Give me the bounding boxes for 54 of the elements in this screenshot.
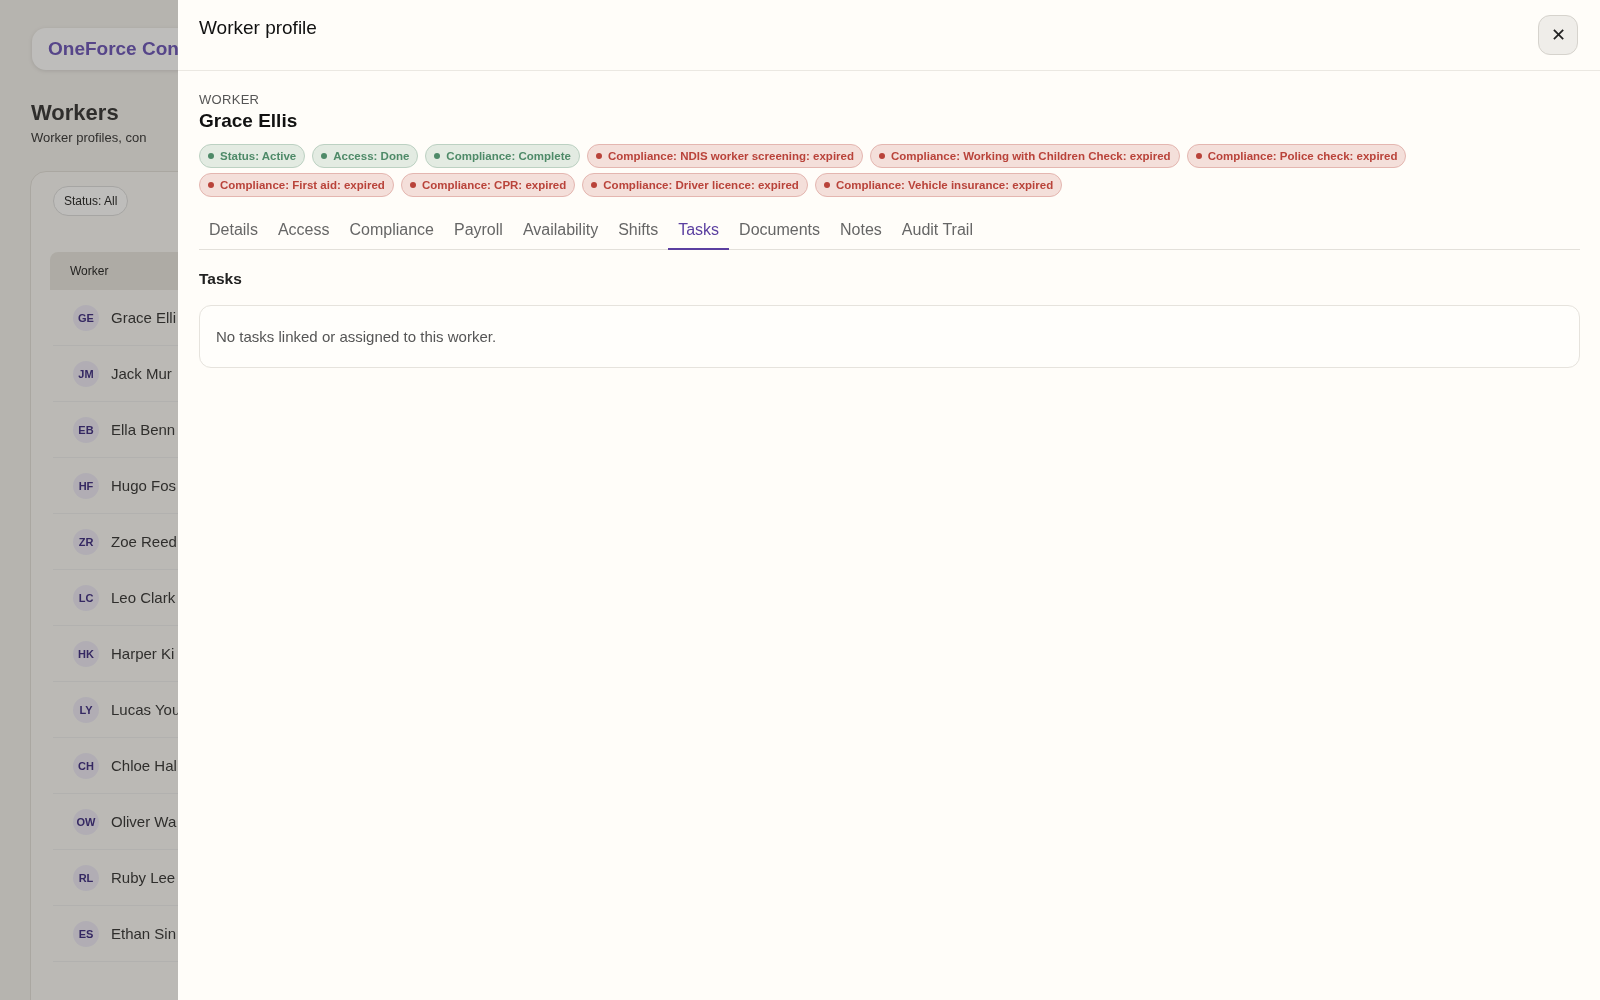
status-chip: Compliance: Police check: expired: [1186, 144, 1407, 168]
tab[interactable]: Details: [199, 215, 268, 250]
brand-logo[interactable]: OneForce Con: [32, 28, 178, 70]
avatar-initials: LC: [73, 584, 99, 611]
worker-name[interactable]: Zoe Reed: [111, 533, 177, 550]
tab[interactable]: Documents: [729, 215, 830, 250]
tab[interactable]: Availability: [512, 215, 609, 250]
column-header: Worker: [50, 252, 178, 290]
status-filter[interactable]: Status: All: [53, 186, 129, 216]
worker-name[interactable]: Ella Benn: [111, 421, 176, 438]
status-chip: Status: Active: [199, 144, 306, 168]
panel-title: Worker profile: [199, 17, 317, 39]
worker-name[interactable]: Chloe Hal: [111, 757, 177, 774]
worker-name[interactable]: Grace Elli: [111, 309, 177, 326]
avatar-initials: RL: [73, 864, 99, 891]
section-title: Tasks: [199, 270, 243, 288]
avatar-initials: CH: [73, 752, 99, 779]
avatar-initials: LY: [73, 696, 99, 723]
page-title: Workers: [31, 100, 120, 126]
worker-name: Grace Ellis: [199, 110, 299, 132]
tab[interactable]: Audit Trail: [891, 215, 983, 250]
tab[interactable]: Tasks: [668, 215, 730, 250]
avatar-initials: GE: [73, 304, 99, 331]
status-chip: Compliance: CPR: expired: [400, 173, 576, 197]
tab[interactable]: Notes: [830, 215, 892, 250]
status-chip: Compliance: Driver licence: expired: [582, 173, 808, 197]
worker-name[interactable]: Hugo Fos: [111, 477, 177, 494]
status-chip: Access: Done: [312, 144, 419, 168]
close-button[interactable]: ✕: [1538, 15, 1578, 55]
tab[interactable]: Compliance: [339, 215, 444, 250]
tab[interactable]: Payroll: [443, 215, 513, 250]
worker-name[interactable]: Ruby Lee: [111, 869, 176, 886]
avatar-initials: HK: [73, 640, 99, 667]
status-chip: Compliance: Working with Children Check: expired: [870, 144, 1180, 168]
section-label: WORKER: [199, 92, 261, 107]
worker-name[interactable]: Oliver Wa: [111, 813, 177, 830]
worker-name[interactable]: Jack Mur: [111, 365, 172, 382]
avatar-initials: EB: [73, 416, 99, 443]
avatar-initials: ES: [73, 920, 99, 947]
worker-name[interactable]: Harper Ki: [111, 645, 175, 662]
worker-name[interactable]: Ethan Sin: [111, 925, 177, 942]
status-chip: Compliance: First aid: expired: [199, 173, 394, 197]
status-chip: Compliance: NDIS worker screening: expired: [586, 144, 863, 168]
avatar-initials: ZR: [73, 528, 99, 555]
status-chip: Compliance: Vehicle insurance: expired: [814, 173, 1063, 197]
worker-name[interactable]: Leo Clark: [111, 589, 176, 606]
page-subtitle: Worker profiles, con: [31, 130, 148, 145]
empty-state-message: No tasks linked or assigned to this worker.: [199, 305, 1580, 368]
tab[interactable]: Access: [267, 215, 340, 250]
avatar-initials: JM: [73, 360, 99, 387]
tab[interactable]: Shifts: [608, 215, 669, 250]
status-chip: Compliance: Complete: [425, 144, 580, 168]
avatar-initials: OW: [73, 808, 99, 835]
avatar-initials: HF: [73, 472, 99, 499]
